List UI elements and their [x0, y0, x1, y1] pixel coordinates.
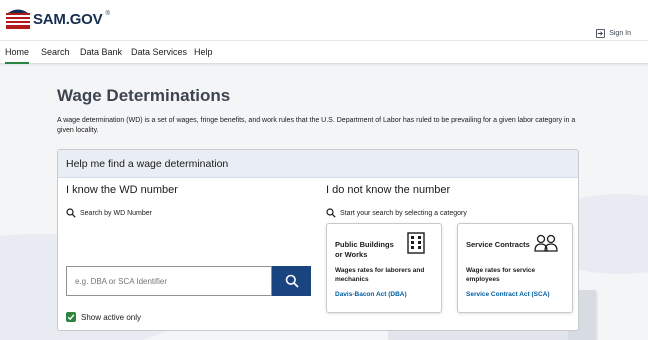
page-title: Wage Determinations: [57, 86, 231, 105]
sca-tile-title: Service Contracts: [466, 240, 530, 249]
nav-help[interactable]: Help: [194, 47, 213, 57]
nav-data-bank[interactable]: Data Bank: [80, 47, 122, 57]
building-icon: [407, 232, 425, 254]
nav-search[interactable]: Search: [41, 47, 70, 57]
unknown-wd-title: I do not know the number: [326, 184, 451, 196]
nav-data-services[interactable]: Data Services: [131, 47, 187, 57]
search-icon: [66, 208, 76, 218]
intro-text: A wage determination (WD) is a set of wa…: [57, 117, 576, 134]
people-icon: [534, 234, 558, 252]
known-wd-hint: Search by WD Number: [66, 208, 152, 218]
sca-tile-description: Wage rates for service employees: [466, 267, 536, 283]
sign-in-label: Sign In: [609, 29, 631, 37]
wd-search-button[interactable]: [272, 266, 311, 296]
search-icon: [326, 208, 336, 218]
show-active-toggle[interactable]: Show active only: [66, 312, 141, 322]
dba-tile[interactable]: Public Buildings or Works Wages rates fo…: [326, 223, 442, 313]
dba-tile-link[interactable]: Davis-Bacon Act (DBA): [335, 291, 407, 298]
capitol-flag-icon: [6, 9, 30, 29]
show-active-checkbox[interactable]: [66, 312, 76, 322]
dba-tile-description: Wages rates for laborers and mechanics: [335, 267, 425, 283]
unknown-wd-hint: Start your search by selecting a categor…: [326, 208, 467, 218]
logo-text: SAM.GOV: [33, 10, 103, 28]
wd-number-input[interactable]: [66, 266, 272, 296]
sca-tile-link[interactable]: Service Contract Act (SCA): [466, 291, 550, 298]
nav-home[interactable]: Home: [5, 47, 30, 64]
main-nav: Home Search Data Bank Data Services Help: [0, 40, 648, 64]
known-wd-title: I know the WD number: [66, 184, 178, 196]
checkmark-icon: [67, 314, 75, 321]
search-icon: [285, 274, 299, 288]
wd-finder-card: Help me find a wage determination I know…: [57, 149, 579, 331]
sign-in-icon: [596, 28, 606, 38]
sca-tile[interactable]: Service Contracts Wage rates for service…: [457, 223, 573, 313]
known-wd-hint-label: Search by WD Number: [80, 209, 152, 217]
registered-mark: ®: [105, 11, 110, 17]
sign-in-link[interactable]: Sign In: [596, 27, 631, 39]
unknown-wd-hint-label: Start your search by selecting a categor…: [340, 209, 467, 217]
show-active-label: Show active only: [81, 312, 142, 322]
dba-tile-title: Public Buildings or Works: [335, 240, 394, 259]
sam-gov-logo[interactable]: SAM.GOV ®: [6, 8, 110, 30]
card-heading: Help me find a wage determination: [58, 150, 578, 178]
site-header: SAM.GOV ® Sign In: [0, 0, 648, 40]
